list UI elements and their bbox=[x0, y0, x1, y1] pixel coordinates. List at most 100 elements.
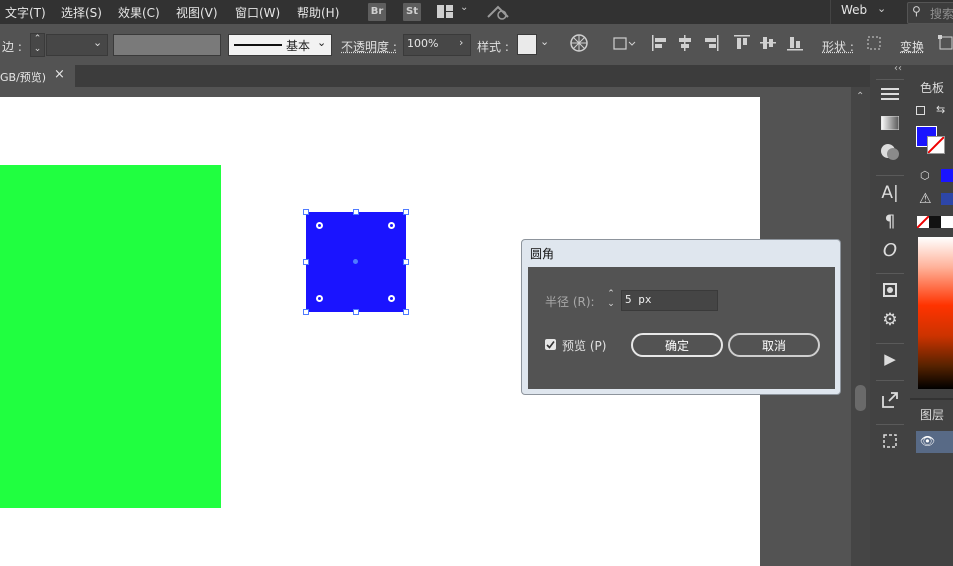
transform-icon[interactable] bbox=[938, 35, 953, 55]
live-corner-widget[interactable] bbox=[388, 222, 395, 229]
ok-button[interactable]: 确定 bbox=[631, 333, 723, 357]
radius-input[interactable]: 5 px bbox=[621, 290, 718, 311]
paragraph-panel-icon[interactable]: ¶ bbox=[879, 212, 901, 232]
chevron-down-icon: ⌄ bbox=[877, 2, 887, 15]
brush-definition-dropdown[interactable]: 基本 ⌄ bbox=[228, 34, 332, 56]
gear-icon[interactable]: ⚙ bbox=[879, 310, 901, 330]
visibility-eye-icon[interactable]: 👁 bbox=[920, 434, 935, 448]
stroke-weight-dropdown[interactable]: ⌄ bbox=[46, 34, 108, 56]
opacity-label[interactable]: 不透明度 : bbox=[341, 38, 397, 55]
document-tab-bar bbox=[0, 65, 870, 87]
align-to-selection-icon[interactable] bbox=[612, 34, 636, 56]
radius-label: 半径 (R): bbox=[545, 295, 595, 309]
workspace-label: Web bbox=[841, 3, 868, 17]
workspace-switcher[interactable]: Web ⌄ bbox=[830, 0, 903, 24]
artboards-panel-icon[interactable] bbox=[879, 432, 901, 454]
menu-select[interactable]: 选择(S) bbox=[61, 4, 102, 21]
horizontal-align-right-icon[interactable] bbox=[703, 35, 719, 55]
opentype-panel-icon[interactable]: O bbox=[879, 240, 901, 261]
swap-colors-icon[interactable]: ⇆ bbox=[936, 103, 945, 116]
selection-handle[interactable] bbox=[303, 209, 309, 215]
swatch-white[interactable] bbox=[941, 216, 953, 228]
color-spectrum[interactable] bbox=[918, 237, 953, 389]
vertical-align-center-icon[interactable] bbox=[760, 35, 776, 55]
selection-handle[interactable] bbox=[403, 259, 409, 265]
gradient-panel-icon[interactable] bbox=[879, 115, 901, 134]
document-tab[interactable]: GB/预览) × bbox=[0, 65, 75, 87]
stroke-weight-stepper[interactable]: ⌃ ⌄ bbox=[30, 33, 45, 57]
menu-type[interactable]: 文字(T) bbox=[5, 4, 46, 21]
horizontal-align-left-icon[interactable] bbox=[652, 35, 668, 55]
brush-stroke-preview bbox=[234, 44, 282, 46]
panel-divider bbox=[876, 343, 904, 344]
chevron-up-icon[interactable]: ⌃ bbox=[856, 91, 864, 102]
export-icon[interactable] bbox=[879, 391, 901, 413]
menu-window[interactable]: 窗口(W) bbox=[235, 4, 280, 21]
selection-handle[interactable] bbox=[403, 309, 409, 315]
gpu-performance-icon[interactable] bbox=[486, 3, 510, 21]
stock-icon[interactable]: St bbox=[403, 3, 421, 21]
menu-help[interactable]: 帮助(H) bbox=[297, 4, 339, 21]
shape-properties-icon[interactable] bbox=[866, 35, 882, 55]
selection-handle[interactable] bbox=[303, 309, 309, 315]
search-icon: ⚲ bbox=[912, 4, 921, 18]
layers-tab[interactable]: 图层 bbox=[920, 406, 944, 423]
selection-handle[interactable] bbox=[353, 209, 359, 215]
character-panel-icon[interactable]: A| bbox=[879, 183, 901, 203]
menu-view[interactable]: 视图(V) bbox=[176, 4, 218, 21]
graphic-style-swatch[interactable] bbox=[517, 34, 537, 55]
radius-stepper[interactable]: ⌃ ⌄ bbox=[604, 289, 618, 311]
swatch-none[interactable] bbox=[916, 215, 930, 229]
live-corner-widget[interactable] bbox=[388, 295, 395, 302]
opacity-input[interactable]: 100% › bbox=[403, 34, 471, 56]
layer-row[interactable]: 👁 bbox=[916, 431, 953, 453]
arrange-documents-icon[interactable] bbox=[437, 5, 453, 18]
collapse-panels-icon[interactable]: ‹‹ bbox=[894, 63, 902, 74]
transform-label[interactable]: 变换 bbox=[900, 38, 924, 55]
close-icon[interactable]: × bbox=[54, 67, 65, 82]
stroke-color-swatch[interactable] bbox=[927, 136, 945, 154]
swatches-tab[interactable]: 色板 bbox=[920, 79, 944, 96]
stroke-label: 边 : bbox=[2, 40, 22, 54]
scrollbar-thumb[interactable] bbox=[855, 385, 866, 411]
shape-label[interactable]: 形状 : bbox=[822, 38, 854, 55]
search-placeholder: 搜索 bbox=[930, 7, 953, 21]
variable-width-profile[interactable] bbox=[113, 34, 221, 56]
swatch-blue[interactable] bbox=[941, 169, 953, 182]
chevron-down-icon[interactable]: ⌄ bbox=[540, 35, 549, 48]
panel-divider bbox=[876, 175, 904, 176]
transparency-panel-icon[interactable] bbox=[879, 143, 901, 165]
properties-panel-icon[interactable] bbox=[879, 86, 901, 106]
panel-divider bbox=[910, 398, 953, 400]
search-input[interactable]: ⚲ 搜索 bbox=[907, 2, 953, 24]
swatch-black[interactable] bbox=[929, 216, 941, 228]
green-rectangle[interactable] bbox=[0, 165, 221, 508]
selection-handle[interactable] bbox=[353, 309, 359, 315]
panel-divider bbox=[876, 380, 904, 381]
preview-checkbox[interactable] bbox=[545, 339, 556, 350]
libraries-panel-icon[interactable] bbox=[879, 281, 901, 303]
panel-divider bbox=[876, 424, 904, 425]
color-mode-icon[interactable]: ⬡ bbox=[920, 169, 930, 182]
swatch-web-safe[interactable] bbox=[941, 193, 953, 205]
selection-handle[interactable] bbox=[403, 209, 409, 215]
chevron-down-icon: ⌄ bbox=[317, 36, 327, 49]
warning-icon: ⚠ bbox=[919, 191, 932, 207]
recolor-artwork-icon[interactable] bbox=[570, 34, 588, 56]
menu-bar: 文字(T) 选择(S) 效果(C) 视图(V) 窗口(W) 帮助(H) Br S… bbox=[0, 0, 953, 24]
menu-effect[interactable]: 效果(C) bbox=[118, 4, 160, 21]
preview-label[interactable]: 预览 (P) bbox=[562, 337, 606, 354]
play-actions-icon[interactable]: ▶ bbox=[879, 350, 901, 368]
vertical-align-top-icon[interactable] bbox=[734, 35, 750, 55]
bridge-icon[interactable]: Br bbox=[368, 3, 386, 21]
live-corner-widget[interactable] bbox=[316, 222, 323, 229]
cancel-button[interactable]: 取消 bbox=[728, 333, 820, 357]
vertical-scrollbar[interactable]: ⌃ bbox=[851, 87, 870, 566]
default-colors-icon[interactable] bbox=[916, 106, 925, 115]
chevron-down-icon[interactable]: ⌄ bbox=[460, 2, 468, 13]
vertical-align-bottom-icon[interactable] bbox=[787, 35, 803, 55]
horizontal-align-center-icon[interactable] bbox=[677, 35, 693, 55]
dialog-body: 半径 (R): ⌃ ⌄ 5 px 预览 (P) 确定 取消 bbox=[528, 267, 835, 389]
selection-handle[interactable] bbox=[303, 259, 309, 265]
live-corner-widget[interactable] bbox=[316, 295, 323, 302]
